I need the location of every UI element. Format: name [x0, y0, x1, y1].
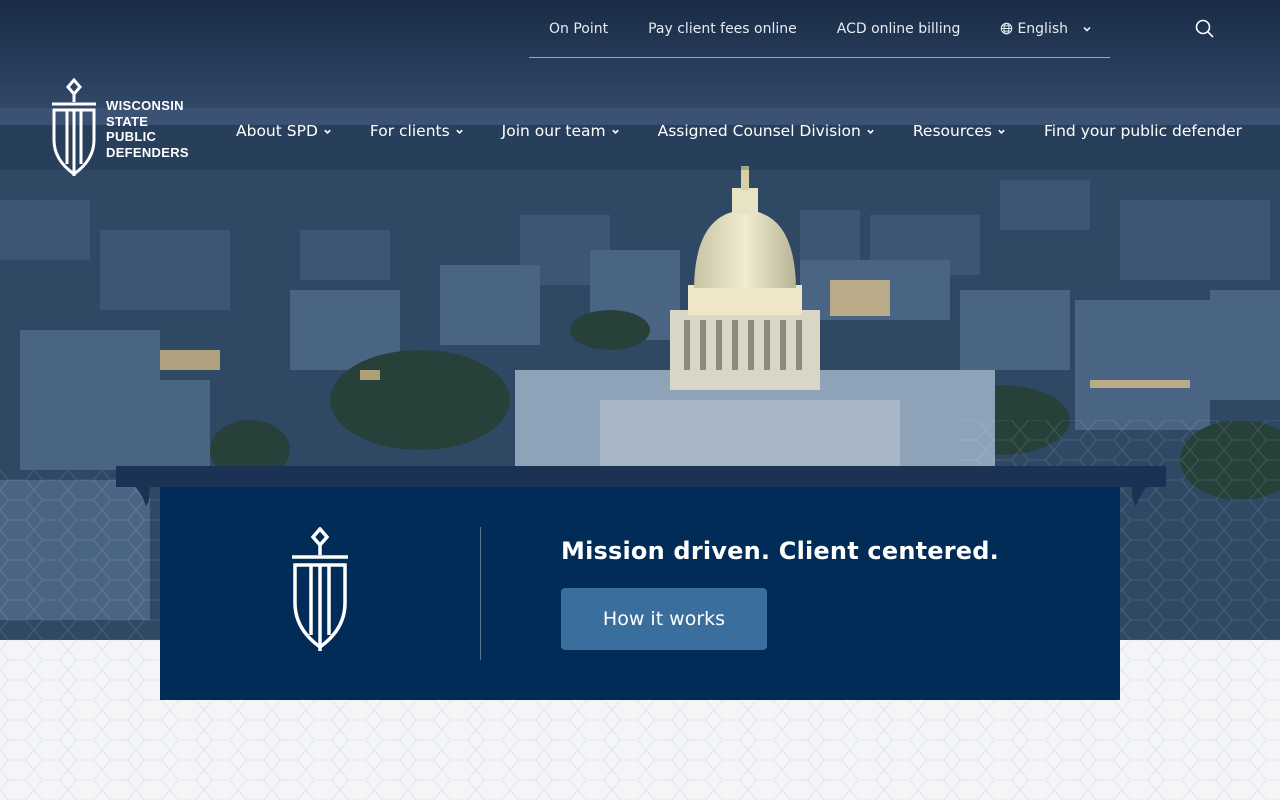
nav-label: For clients — [369, 122, 450, 140]
on-point-link[interactable]: On Point — [549, 21, 608, 37]
globe-icon — [1001, 22, 1013, 35]
nav-find-your-public-defender[interactable]: Find your public defender — [1044, 122, 1242, 140]
logo-emblem-icon — [292, 527, 348, 651]
logo-emblem-icon — [52, 78, 96, 176]
logo-line: WISCONSIN — [106, 98, 184, 113]
mission-panel: Mission driven. Client centered. How it … — [160, 487, 1120, 700]
chevron-down-icon — [998, 129, 1005, 134]
nav-label: Assigned Counsel Division — [657, 122, 861, 140]
search-icon[interactable] — [1194, 18, 1216, 40]
mission-title: Mission driven. Client centered. — [561, 537, 999, 565]
chevron-down-icon — [1083, 26, 1091, 32]
logo-line: PUBLIC — [106, 129, 157, 144]
site-logo[interactable]: WISCONSIN STATE PUBLIC DEFENDERS — [50, 78, 210, 178]
nav-join-our-team[interactable]: Join our team — [502, 122, 620, 140]
nav-label: Resources — [912, 122, 993, 140]
nav-label: Join our team — [501, 122, 606, 140]
how-it-works-button[interactable]: How it works — [561, 588, 767, 650]
nav-about-spd[interactable]: About SPD — [236, 122, 332, 140]
nav-resources[interactable]: Resources — [913, 122, 1006, 140]
main-nav: About SPD For clients Join our team Assi… — [236, 118, 1242, 144]
chevron-down-icon — [324, 129, 331, 134]
band-corner-left — [116, 466, 158, 506]
utility-nav: On Point Pay client fees online ACD onli… — [529, 0, 1110, 58]
logo-wordmark: WISCONSIN STATE PUBLIC DEFENDERS — [106, 98, 189, 160]
acd-online-billing-link[interactable]: ACD online billing — [837, 21, 961, 37]
chevron-down-icon — [611, 129, 619, 134]
nav-label: About SPD — [236, 122, 318, 140]
nav-assigned-counsel-division[interactable]: Assigned Counsel Division — [658, 122, 875, 140]
mission-band — [116, 466, 1166, 487]
language-label: English — [1017, 20, 1069, 37]
logo-line: DEFENDERS — [106, 144, 189, 160]
chevron-down-icon — [867, 129, 874, 134]
nav-label: Find your public defender — [1044, 122, 1242, 140]
nav-for-clients[interactable]: For clients — [370, 122, 464, 140]
language-selector[interactable]: English — [1000, 21, 1092, 37]
logo-line: STATE — [106, 113, 149, 129]
pay-client-fees-link[interactable]: Pay client fees online — [648, 21, 797, 37]
mission-divider — [480, 527, 481, 660]
chevron-down-icon — [455, 129, 463, 134]
band-corner-right — [1124, 466, 1166, 506]
